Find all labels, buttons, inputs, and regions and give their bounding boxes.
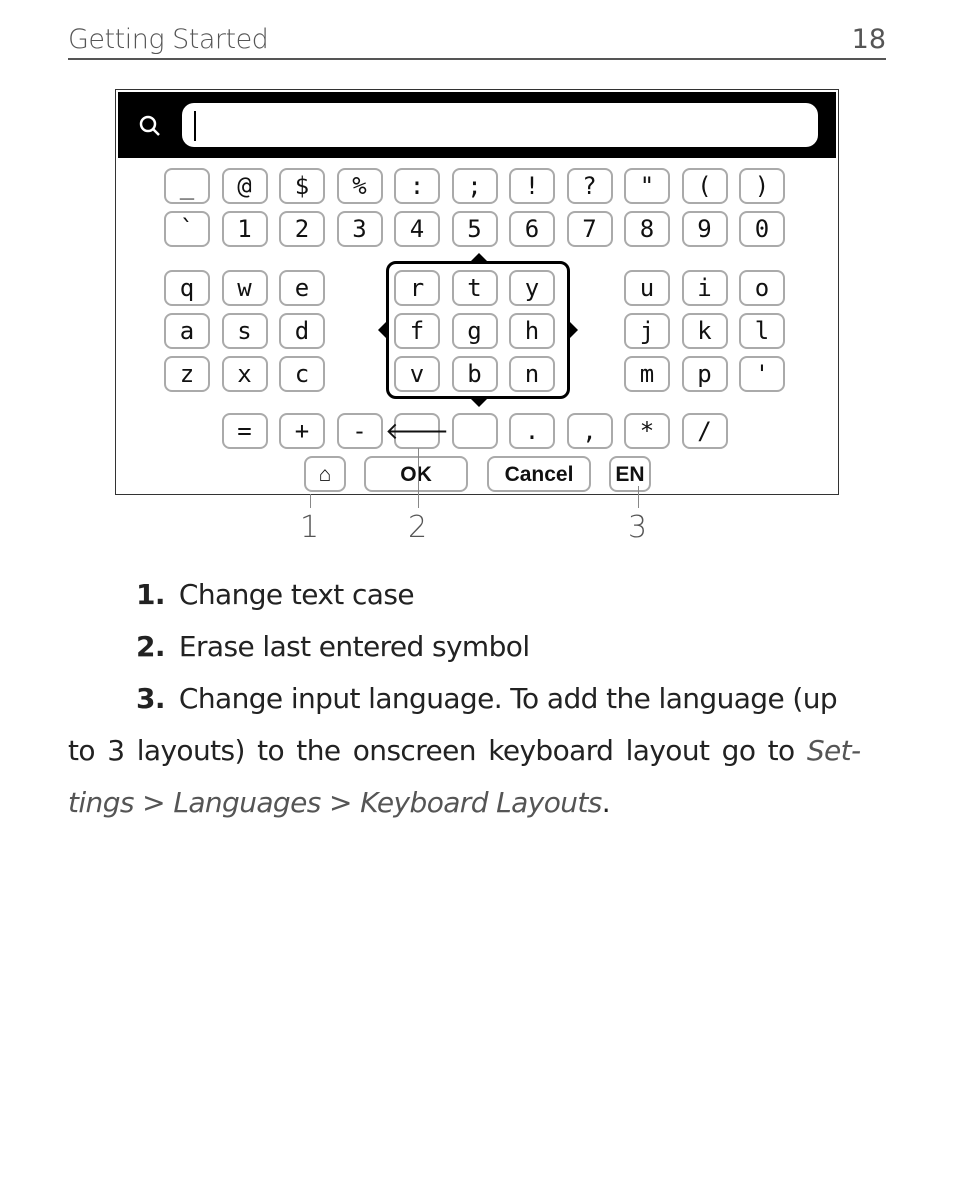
- section-title: Getting Started: [68, 24, 269, 55]
- arrow-up-icon: [471, 253, 487, 261]
- key-symbol[interactable]: (: [681, 168, 728, 204]
- key-symbol[interactable]: +: [279, 413, 325, 449]
- key-letter[interactable]: m: [624, 356, 670, 392]
- callout-number-3: 3: [628, 510, 648, 545]
- key-symbol[interactable]: _: [164, 168, 210, 204]
- key-number[interactable]: 0: [739, 211, 785, 247]
- search-input[interactable]: [182, 103, 818, 147]
- language-switch-button[interactable]: EN: [609, 456, 651, 492]
- key-letter[interactable]: s: [221, 313, 268, 349]
- list-item: 2. Erase last entered symbol: [136, 630, 530, 663]
- callout-line-2: [418, 448, 419, 508]
- text-caret: [194, 111, 196, 141]
- key-letter[interactable]: z: [164, 356, 210, 392]
- key-symbol[interactable]: ): [739, 168, 785, 204]
- list-text: Change text case: [178, 578, 415, 611]
- key-symbol[interactable]: %: [336, 168, 383, 204]
- shift-key[interactable]: ⌂: [304, 456, 346, 492]
- key-number[interactable]: `: [164, 211, 210, 247]
- key-symbol[interactable]: -: [336, 413, 383, 449]
- cancel-button[interactable]: Cancel: [487, 456, 591, 492]
- search-icon[interactable]: [138, 114, 162, 138]
- key-symbol[interactable]: !: [509, 168, 555, 204]
- key-letter[interactable]: i: [681, 270, 728, 306]
- list-number: 1.: [136, 578, 166, 611]
- key-letter[interactable]: j: [624, 313, 670, 349]
- key-symbol[interactable]: $: [279, 168, 325, 204]
- key-symbol[interactable]: *: [624, 413, 670, 449]
- key-symbol[interactable]: /: [681, 413, 728, 449]
- list-item: 1. Change text case: [136, 578, 415, 611]
- key-letter[interactable]: o: [739, 270, 785, 306]
- key-letter[interactable]: w: [221, 270, 268, 306]
- key-letter[interactable]: x: [221, 356, 268, 392]
- list-number: 3.: [136, 682, 166, 715]
- page-header: Getting Started 18: [68, 22, 886, 60]
- key-symbol[interactable]: ,: [566, 413, 613, 449]
- key-number[interactable]: 8: [624, 211, 670, 247]
- key-letter[interactable]: l: [739, 313, 785, 349]
- paragraph-text: to 3 layouts) to the onscreen keyboard l…: [68, 734, 807, 767]
- key-symbol[interactable]: @: [221, 168, 268, 204]
- key-letter[interactable]: a: [164, 313, 210, 349]
- key-letter[interactable]: ': [739, 356, 785, 392]
- arrow-left-icon: [378, 322, 386, 338]
- key-letter[interactable]: p: [681, 356, 728, 392]
- keyboard-screenshot: _ @ $%:;!? "() ` 1 2 3 4 5 6 7 8 9 0 q w e a s d z x c r t y f g h v b n…: [115, 89, 839, 495]
- key-number[interactable]: 2: [279, 211, 325, 247]
- callout-number-2: 2: [408, 510, 428, 545]
- space-key[interactable]: [451, 413, 498, 449]
- settings-path-link: Set-: [806, 734, 861, 767]
- list-item: 3. Change input language. To add the lang…: [136, 682, 838, 715]
- key-symbol[interactable]: ": [624, 168, 670, 204]
- key-letter[interactable]: k: [681, 313, 728, 349]
- callout-line-1: [310, 494, 311, 508]
- key-number[interactable]: 5: [451, 211, 498, 247]
- key-letter[interactable]: e: [279, 270, 325, 306]
- key-number[interactable]: 9: [681, 211, 728, 247]
- key-number[interactable]: 3: [336, 211, 383, 247]
- key-number[interactable]: 6: [509, 211, 555, 247]
- callout-line-3: [638, 486, 639, 508]
- page-number: 18: [851, 24, 886, 55]
- backspace-key[interactable]: 🡐: [385, 413, 449, 449]
- key-number[interactable]: 1: [221, 211, 268, 247]
- ok-button[interactable]: OK: [364, 456, 468, 492]
- key-symbol[interactable]: =: [221, 413, 268, 449]
- list-number: 2.: [136, 630, 166, 663]
- arrow-right-icon: [570, 322, 578, 338]
- key-number[interactable]: 7: [566, 211, 613, 247]
- settings-path-link: tings > Languages > Keyboard Layouts: [68, 786, 602, 819]
- navigation-cluster-frame: [386, 261, 570, 399]
- list-text: Change input language. To add the langua…: [178, 682, 838, 715]
- paragraph-line: to 3 layouts) to the onscreen keyboard l…: [68, 734, 861, 767]
- search-bar: [118, 92, 836, 158]
- key-symbol[interactable]: .: [509, 413, 555, 449]
- key-number[interactable]: 4: [394, 211, 440, 247]
- key-symbol[interactable]: ;: [451, 168, 498, 204]
- key-letter[interactable]: u: [624, 270, 670, 306]
- paragraph-line: tings > Languages > Keyboard Layouts.: [68, 786, 611, 819]
- list-text: Erase last entered symbol: [178, 630, 530, 663]
- key-letter[interactable]: c: [279, 356, 325, 392]
- callout-number-1: 1: [300, 510, 320, 545]
- key-letter[interactable]: d: [279, 313, 325, 349]
- key-letter[interactable]: q: [164, 270, 210, 306]
- arrow-down-icon: [471, 399, 487, 407]
- paragraph-text: .: [601, 786, 611, 819]
- key-symbol[interactable]: :: [394, 168, 440, 204]
- key-symbol[interactable]: ?: [566, 168, 613, 204]
